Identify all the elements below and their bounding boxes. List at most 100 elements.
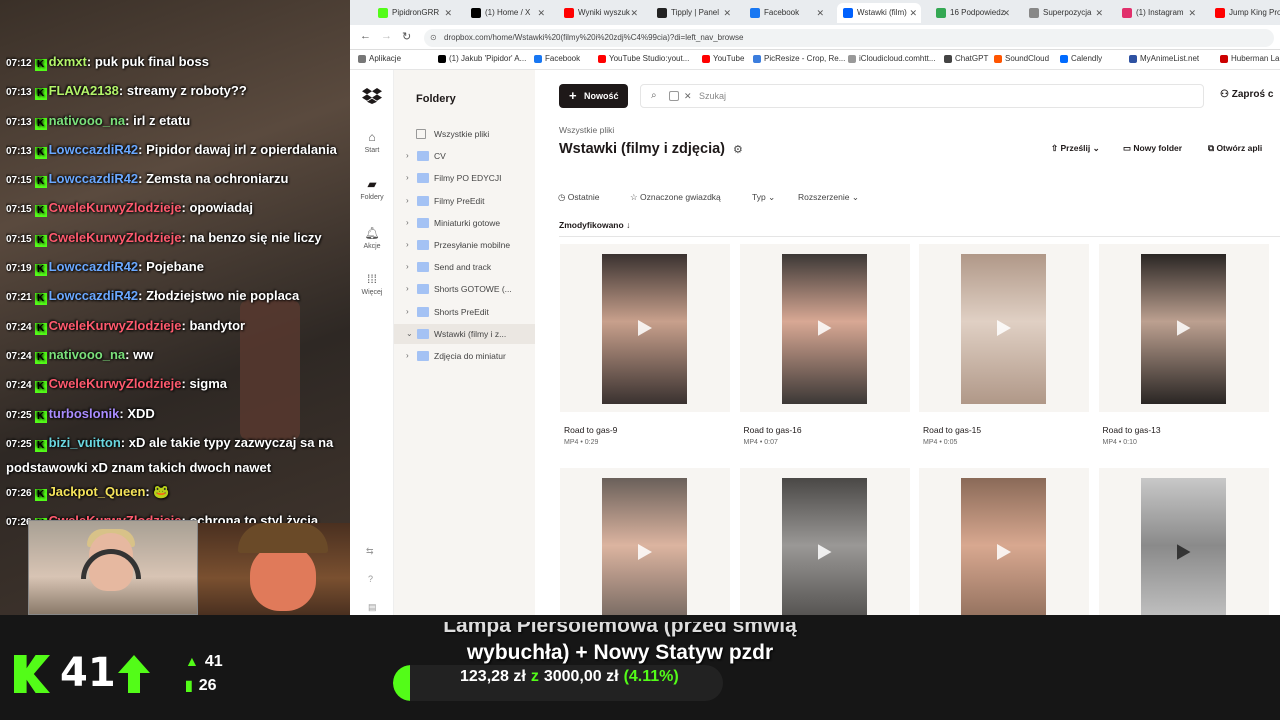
bookmark[interactable]: MyAnimeList.net [1129,54,1199,63]
play-icon[interactable] [817,544,832,560]
tab-close-icon[interactable]: ✕ [1188,3,1196,23]
chevron-right-icon[interactable]: › [406,146,409,166]
rail-more[interactable]: ⁞⁞⁞ Więcej [350,272,394,296]
play-icon[interactable] [1176,544,1191,560]
folder-tree-item[interactable]: › CV [394,146,535,166]
chevron-right-icon[interactable]: › [406,302,409,322]
chevron-right-icon[interactable]: › [406,191,409,211]
browser-tab[interactable]: Wstawki (film) ✕ [837,3,921,23]
bookmark[interactable]: Huberman Lab Fu... [1220,54,1280,63]
chat-username[interactable]: CweleKurwyZlodzieje [49,200,182,215]
tab-close-icon[interactable]: ✕ [723,3,731,23]
folder-tree-item[interactable]: ⌄ Wstawki (filmy i z... [394,323,535,344]
folder-tree-item[interactable]: › Shorts PreEdit [394,302,535,322]
filter-starred[interactable]: ☆ Oznaczone gwiazdką [624,188,727,206]
breadcrumb[interactable]: Wszystkie pliki [559,125,614,135]
tab-close-icon[interactable]: ✕ [816,3,824,23]
bookmark[interactable]: YouTube [702,54,744,63]
chat-username[interactable]: LowccazdiR42 [49,171,139,186]
chat-username[interactable]: FLAVA2138 [49,83,119,98]
search-input[interactable]: ⌕ ✕ Szukaj [640,84,1204,108]
tab-close-icon[interactable]: ✕ [1095,3,1103,23]
chevron-right-icon[interactable]: › [406,279,409,299]
chat-username[interactable]: Jackpot_Queen [49,484,146,499]
tab-close-icon[interactable]: ✕ [909,3,917,23]
reload-icon[interactable]: ↻ [402,30,411,43]
play-icon[interactable] [817,320,832,336]
url-field[interactable]: ⊙ dropbox.com/home/Wstawki%20(filmy%20i%… [424,29,1274,47]
folder-tree-item[interactable]: › Shorts GOTOWE (... [394,279,535,299]
forward-icon[interactable]: → [381,30,392,42]
browser-tab[interactable]: (1) Instagram ✕ [1116,3,1200,23]
chevron-right-icon[interactable]: › [406,168,409,188]
bookmark[interactable]: ChatGPT [944,54,988,63]
chat-username[interactable]: dxmxt [49,54,87,69]
browser-tab[interactable]: Jump King Pro✕ [1209,3,1280,23]
play-icon[interactable] [997,320,1011,336]
clear-scope-icon[interactable]: ✕ [684,85,692,107]
folder-tree-item[interactable]: › Miniaturki gotowe [394,213,535,233]
settings-icon[interactable]: ⚙ [733,144,743,156]
back-icon[interactable]: ← [360,30,371,42]
rail-start[interactable]: ⌂ Start [350,130,394,154]
chevron-right-icon[interactable]: › [406,257,409,277]
chat-username[interactable]: turboslonik [49,406,120,421]
site-info-icon[interactable]: ⊙ [430,29,437,47]
bookmark[interactable]: SoundCloud [994,54,1049,63]
bookmark[interactable]: Calendly [1060,54,1102,63]
filter-recent[interactable]: ◷ Ostatnie [552,188,605,206]
bookmark[interactable]: Facebook [534,54,580,63]
tab-close-icon[interactable]: ✕ [1002,3,1010,23]
chevron-right-icon[interactable]: › [406,346,409,366]
chat-username[interactable]: LowccazdiR42 [49,288,139,303]
bookmark[interactable]: (1) Jakub 'Pipidor' A... [438,54,526,63]
chat-username[interactable]: CweleKurwyZlodzieje [49,376,182,391]
upload-button[interactable]: ⇧ Prześlij ⌄ [1051,143,1100,154]
bookmark[interactable]: Aplikacje [358,54,401,63]
folder-tree-item[interactable]: › Filmy PO EDYCJI [394,168,535,188]
chevron-down-icon[interactable]: ⌄ [406,324,413,344]
new-folder-button[interactable]: ▭ Nowy folder [1123,143,1182,154]
browser-tab[interactable]: (1) Home / X ✕ [465,3,549,23]
play-icon[interactable] [638,320,652,336]
help-icon[interactable]: ? [368,574,373,584]
chevron-right-icon[interactable]: › [406,213,409,233]
folder-tree-item[interactable]: Wszystkie pliki [394,124,535,144]
folder-tree-item[interactable]: › Filmy PreEdit [394,191,535,211]
dropbox-logo-icon[interactable] [362,88,382,104]
chat-username[interactable]: nativooo_na [49,347,126,362]
tab-close-icon[interactable]: ✕ [630,3,638,23]
chat-username[interactable]: LowccazdiR42 [49,142,139,157]
browser-tab[interactable]: Wyniki wyszuk ✕ [558,3,642,23]
chat-username[interactable]: LowccazdiR42 [49,259,139,274]
bookmark[interactable]: YouTube Studio:yout... [598,54,689,63]
browser-tab[interactable]: PipidronGRR ✕ [372,3,456,23]
browser-tab[interactable]: 16 Podpowiedz ✕ [930,3,1014,23]
invite-button[interactable]: ⚇ Zaproś c [1220,89,1273,100]
tab-close-icon[interactable]: ✕ [537,3,545,23]
browser-tab[interactable]: Superpozycja ✕ [1023,3,1107,23]
panel-icon[interactable]: ▤ [368,602,377,613]
chat-username[interactable]: CweleKurwyZlodzieje [49,318,182,333]
open-app-button[interactable]: ⧉ Otwórz apli [1208,143,1262,154]
filter-type[interactable]: Typ ⌄ [746,188,781,206]
play-icon[interactable] [997,544,1011,560]
bookmark[interactable]: PicResize - Crop, Re... [753,54,845,63]
rail-activity[interactable]: 🔔︎ Akcje [350,226,394,250]
folder-tree-item[interactable]: › Przesyłanie mobilne [394,235,535,255]
filter-extension[interactable]: Rozszerzenie ⌄ [792,188,865,206]
chat-username[interactable]: nativooo_na [49,113,126,128]
folder-tree-item[interactable]: › Zdjęcia do miniatur [394,346,535,366]
chat-username[interactable]: bizi_vuitton [49,435,121,450]
browser-tab[interactable]: Tipply | Panel ✕ [651,3,735,23]
transfer-icon[interactable]: ⇆ [366,546,374,557]
play-icon[interactable] [1176,320,1191,336]
chat-username[interactable]: CweleKurwyZlodzieje [49,230,182,245]
browser-tab[interactable]: Facebook ✕ [744,3,828,23]
play-icon[interactable] [638,544,652,560]
sort-control[interactable]: Zmodyfikowano ↓ [559,220,630,230]
rail-folders[interactable]: ▰ Foldery [350,177,394,201]
new-button[interactable]: + Nowość [559,84,628,108]
bookmark[interactable]: iCloudicloud.comhtt... [848,54,935,63]
folder-tree-item[interactable]: › Send and track [394,257,535,277]
